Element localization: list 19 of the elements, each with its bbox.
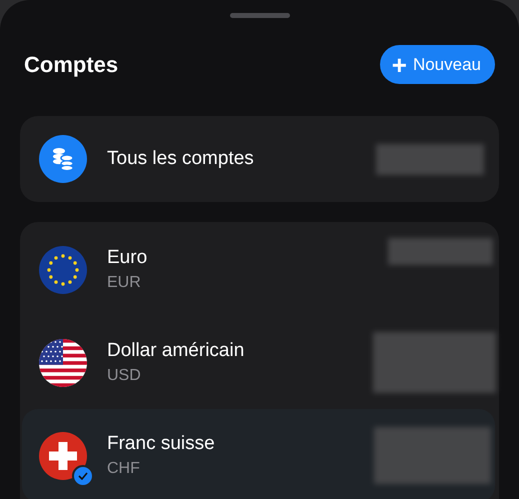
all-accounts-label: Tous les comptes [107, 148, 255, 170]
account-row[interactable]: Dollar américain USD [22, 316, 495, 409]
account-name: Dollar américain [107, 340, 246, 362]
flag-icon [39, 432, 87, 480]
currency-code: USD [107, 367, 142, 385]
currency-code: EUR [107, 274, 142, 292]
check-icon [72, 464, 94, 486]
coins-icon [39, 135, 87, 183]
grab-handle[interactable] [230, 13, 290, 18]
flag-icon [39, 246, 87, 294]
page-title: Comptes [24, 52, 118, 78]
all-accounts-card[interactable]: Tous les comptes [20, 116, 499, 202]
account-name: Franc suisse [107, 433, 216, 455]
account-row[interactable]: Euro EUR [22, 223, 495, 316]
account-name: Euro [107, 247, 148, 269]
new-button[interactable]: + Nouveau [380, 45, 495, 84]
account-row[interactable]: Franc suisse CHF [22, 409, 495, 499]
flag-icon [39, 338, 87, 386]
currency-code: CHF [107, 460, 141, 478]
